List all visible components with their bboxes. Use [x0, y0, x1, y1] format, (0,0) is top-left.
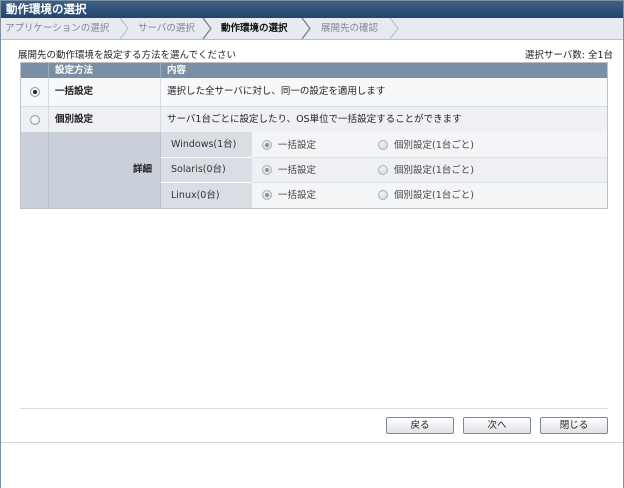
step-chevron-icon	[202, 18, 212, 39]
step-chevron-icon	[119, 18, 129, 39]
os-windows-bulk-radio[interactable]	[262, 140, 272, 150]
step-environment: 動作環境の選択	[221, 23, 288, 34]
header-radio-col	[21, 63, 48, 78]
wizard-steps: アプリケーションの選択 サーバの選択 動作環境の選択 展開先の確認	[1, 18, 623, 40]
os-solaris-bulk-radio[interactable]	[262, 165, 272, 175]
selected-server-count: 選択サーバ数: 全1台	[524, 50, 613, 61]
step-chevron-icon	[301, 18, 311, 39]
os-linux-each-radio[interactable]	[378, 190, 388, 200]
settings-table: 設定方法 内容 一括設定 選択した全サーバに対し、同一の設定を適用します 個別設…	[20, 62, 608, 209]
os-windows-each-label: 個別設定(1台ごと)	[394, 140, 474, 151]
os-solaris-label: Solaris(0台)	[160, 158, 252, 183]
step-confirm: 展開先の確認	[321, 23, 379, 34]
close-button[interactable]: 閉じる	[540, 417, 608, 434]
os-linux-bulk-label: 一括設定	[278, 190, 317, 201]
detail-label: 詳細	[48, 132, 160, 208]
step-application: アプリケーションの選択	[5, 23, 110, 34]
detail-indent	[21, 132, 48, 208]
os-windows-bulk-label: 一括設定	[278, 140, 317, 151]
option-bulk-radio-cell[interactable]	[21, 78, 48, 107]
wizard-window: 動作環境の選択 アプリケーションの選択 サーバの選択 動作環境の選択 展開先の確…	[0, 0, 624, 488]
os-linux-label: Linux(0台)	[160, 183, 252, 208]
step-chevron-icon	[389, 18, 399, 39]
os-linux-bulk-radio[interactable]	[262, 190, 272, 200]
window-title: 動作環境の選択	[1, 1, 623, 18]
footer-divider	[20, 408, 608, 409]
back-button[interactable]: 戻る	[386, 417, 454, 434]
header-method: 設定方法	[48, 63, 160, 78]
option-bulk-radio[interactable]	[29, 87, 40, 97]
os-linux-each-label: 個別設定(1台ごと)	[394, 190, 474, 201]
option-bulk-description: 選択した全サーバに対し、同一の設定を適用します	[160, 78, 607, 107]
next-button[interactable]: 次へ	[463, 417, 531, 434]
instruction-text: 展開先の動作環境を設定する方法を選んでください	[18, 50, 237, 61]
header-content: 内容	[160, 63, 607, 78]
option-individual-radio-cell[interactable]	[21, 107, 48, 132]
status-bar	[1, 442, 623, 488]
option-bulk-label[interactable]: 一括設定	[48, 78, 160, 107]
option-individual-description: サーバ1台ごとに設定したり、OS単位で一括設定することができます	[160, 107, 607, 132]
option-individual-label[interactable]: 個別設定	[48, 107, 160, 132]
os-solaris-each-label: 個別設定(1台ごと)	[394, 165, 474, 176]
os-solaris-options: 一括設定 個別設定(1台ごと)	[252, 158, 607, 183]
os-windows-options: 一括設定 個別設定(1台ごと)	[252, 132, 607, 158]
os-solaris-each-radio[interactable]	[378, 165, 388, 175]
os-windows-each-radio[interactable]	[378, 140, 388, 150]
os-linux-options: 一括設定 個別設定(1台ごと)	[252, 183, 607, 208]
step-server: サーバの選択	[138, 23, 195, 34]
os-windows-label: Windows(1台)	[160, 132, 252, 158]
os-solaris-bulk-label: 一括設定	[278, 165, 317, 176]
option-individual-radio[interactable]	[29, 114, 40, 125]
